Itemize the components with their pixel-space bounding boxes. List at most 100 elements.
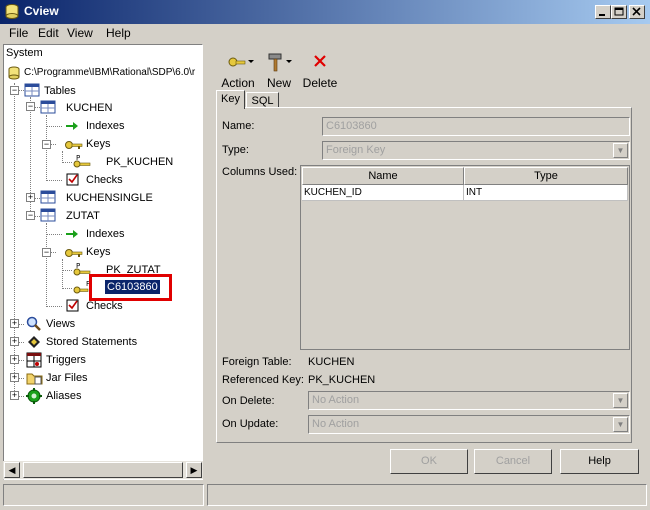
key-icon xyxy=(64,138,83,152)
maximize-button[interactable] xyxy=(611,5,627,19)
schema-tree[interactable]: System C:\Programme\IBM\Rational\SDP\6.0… xyxy=(3,44,203,480)
menu-file[interactable]: File xyxy=(9,26,28,40)
close-icon xyxy=(632,7,641,16)
app-icon xyxy=(5,4,19,19)
foreign-table-value: KUCHEN xyxy=(308,356,355,368)
tree-jar-files[interactable]: Jar Files xyxy=(46,372,88,384)
tree-expand-toggle[interactable]: + xyxy=(10,319,19,328)
tree-tables[interactable]: Tables xyxy=(44,85,76,97)
column-header-type[interactable]: Type xyxy=(464,167,628,185)
highlight-annotation-box xyxy=(89,274,172,301)
status-bar-right xyxy=(207,484,647,506)
foreign-key-icon: F xyxy=(72,279,90,294)
on-update-dropdown[interactable]: No Action ▼ xyxy=(308,415,630,434)
table-cell-name[interactable]: KUCHEN_ID xyxy=(302,185,464,201)
on-delete-dropdown[interactable]: No Action ▼ xyxy=(308,391,630,410)
check-constraint-icon xyxy=(66,172,82,186)
cancel-button[interactable]: Cancel xyxy=(474,449,552,474)
triggers-grid-icon xyxy=(26,352,42,368)
tree-collapse-toggle[interactable]: − xyxy=(42,140,51,149)
tree-collapse-toggle[interactable]: − xyxy=(26,102,35,111)
title-bar[interactable]: Cview xyxy=(0,0,650,24)
tree-root-system[interactable]: System xyxy=(6,47,43,59)
tree-indexes[interactable]: Indexes xyxy=(86,228,125,240)
action-key-icon xyxy=(228,57,254,67)
new-tool-button[interactable]: New xyxy=(261,48,297,90)
status-bar-left xyxy=(3,484,204,506)
tree-database-path[interactable]: C:\Programme\IBM\Rational\SDP\6.0\r xyxy=(24,67,195,78)
delete-tool-button[interactable]: Delete xyxy=(301,48,339,90)
ok-button[interactable]: OK xyxy=(390,449,468,474)
tree-aliases[interactable]: Aliases xyxy=(46,390,81,402)
chevron-down-icon[interactable]: ▼ xyxy=(613,417,628,432)
tree-keys[interactable]: Keys xyxy=(86,138,110,150)
maximize-icon xyxy=(614,7,624,16)
views-magnifier-icon xyxy=(26,316,42,331)
tree-views[interactable]: Views xyxy=(46,318,75,330)
tree-collapse-toggle[interactable]: − xyxy=(10,86,19,95)
tree-expand-toggle[interactable]: + xyxy=(10,337,19,346)
table-icon xyxy=(40,100,56,114)
tree-checks[interactable]: Checks xyxy=(86,300,123,312)
primary-key-icon: P xyxy=(72,261,91,276)
minimize-icon xyxy=(599,14,605,16)
menu-edit[interactable]: Edit xyxy=(38,26,59,40)
hammer-icon xyxy=(268,53,292,72)
tree-expand-toggle[interactable]: + xyxy=(10,391,19,400)
close-button[interactable] xyxy=(629,5,645,19)
delete-x-icon xyxy=(314,55,326,67)
type-dropdown[interactable]: Foreign Key ▼ xyxy=(322,141,630,160)
chevron-down-icon[interactable]: ▼ xyxy=(613,143,628,158)
tree-checks[interactable]: Checks xyxy=(86,174,123,186)
tree-stored-statements[interactable]: Stored Statements xyxy=(46,336,137,348)
on-delete-label: On Delete: xyxy=(222,395,275,407)
tree-table-kuchensingle[interactable]: KUCHENSINGLE xyxy=(66,192,153,204)
tree-keys[interactable]: Keys xyxy=(86,246,110,258)
delete-label: Delete xyxy=(302,76,338,90)
tree-collapse-toggle[interactable]: − xyxy=(42,248,51,257)
tree-triggers[interactable]: Triggers xyxy=(46,354,86,366)
columns-table[interactable]: Name Type KUCHEN_ID INT xyxy=(300,165,630,350)
table-cell-type[interactable]: INT xyxy=(464,185,628,201)
scroll-left-button[interactable]: ◀ xyxy=(4,462,20,478)
tab-sql[interactable]: SQL xyxy=(246,92,279,108)
new-label: New xyxy=(266,76,291,90)
tree-expand-toggle[interactable]: + xyxy=(10,355,19,364)
action-label: Action xyxy=(221,76,255,90)
minimize-button[interactable] xyxy=(595,5,611,19)
table-icon xyxy=(24,83,40,97)
jar-folder-icon xyxy=(26,370,43,385)
tree-indexes[interactable]: Indexes xyxy=(86,120,125,132)
stored-statements-icon xyxy=(26,334,42,348)
tree-horizontal-scrollbar[interactable]: ◀ ▶ xyxy=(3,461,203,479)
name-label: Name: xyxy=(222,120,255,132)
scroll-thumb[interactable] xyxy=(23,462,183,478)
tree-expand-toggle[interactable]: + xyxy=(26,193,35,202)
primary-key-icon: P xyxy=(72,153,91,168)
tree-table-zutat[interactable]: ZUTAT xyxy=(66,210,100,222)
tree-key-pk-kuchen[interactable]: PK_KUCHEN xyxy=(106,156,173,168)
on-update-label: On Update: xyxy=(222,418,279,430)
scroll-right-button[interactable]: ▶ xyxy=(186,462,202,478)
column-header-name[interactable]: Name xyxy=(302,167,464,185)
aliases-gear-icon xyxy=(26,388,42,404)
foreign-table-label: Foreign Table: xyxy=(222,356,292,368)
type-value: Foreign Key xyxy=(326,144,386,156)
detail-panel: Action New Delete Key SQL Name: C6103860… xyxy=(207,44,647,480)
menu-bar: File Edit View Help xyxy=(0,24,650,42)
tree-collapse-toggle[interactable]: − xyxy=(26,211,35,220)
type-label: Type: xyxy=(222,144,249,156)
tree-table-kuchen[interactable]: KUCHEN xyxy=(66,102,112,114)
on-update-value: No Action xyxy=(312,418,360,430)
database-icon xyxy=(8,66,24,80)
table-icon xyxy=(40,208,56,222)
menu-help[interactable]: Help xyxy=(106,26,131,40)
on-delete-value: No Action xyxy=(312,394,360,406)
help-button[interactable]: Help xyxy=(560,449,639,474)
menu-view[interactable]: View xyxy=(67,26,93,40)
chevron-down-icon[interactable]: ▼ xyxy=(613,393,628,408)
action-tool-button[interactable]: Action xyxy=(217,48,259,90)
name-field[interactable]: C6103860 xyxy=(322,117,630,136)
tree-expand-toggle[interactable]: + xyxy=(10,373,19,382)
tab-key[interactable]: Key xyxy=(216,90,245,109)
